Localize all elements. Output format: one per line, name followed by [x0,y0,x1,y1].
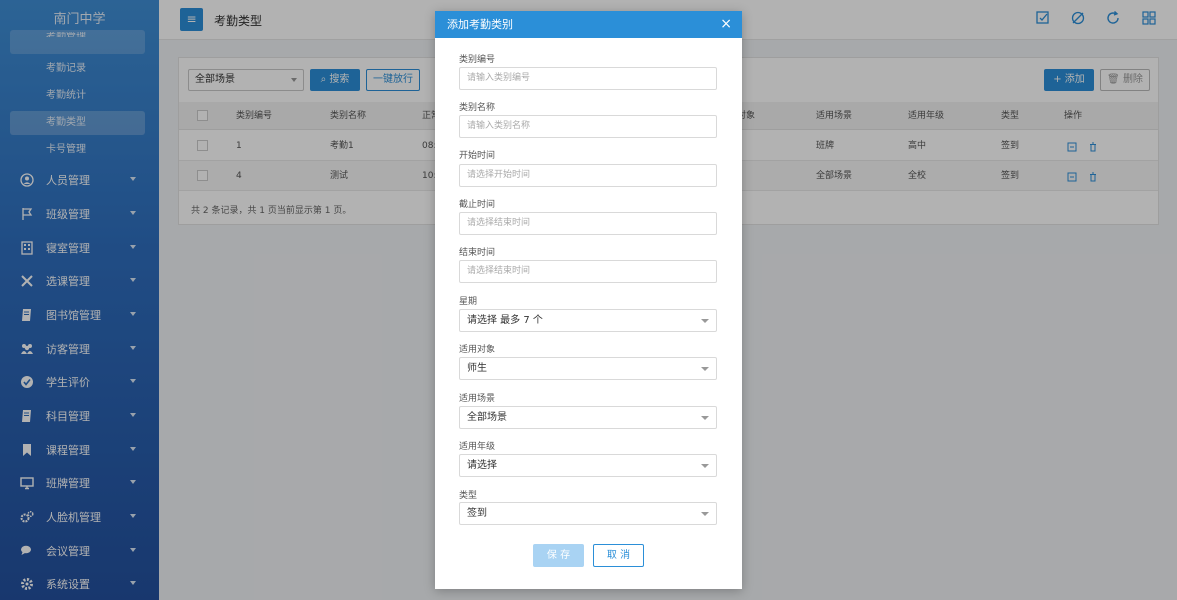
chevron-down-icon [701,512,709,516]
code-label: 类别编号 [459,55,496,65]
chevron-down-icon [701,319,709,323]
deadline-input[interactable]: 请选择结束时间 [459,212,717,235]
code-input[interactable]: 请输入类别编号 [459,67,717,90]
type-select[interactable]: 签到 [459,502,717,525]
dialog-title: 添加考勤类别 [447,18,513,31]
type-label: 类型 [459,491,478,501]
scene-select-value: 全部场景 [467,412,507,423]
start-time-label: 开始时间 [459,151,496,161]
name-label: 类别名称 [459,103,496,113]
cancel-button[interactable]: 取 消 [593,544,644,567]
grade-select-value: 请选择 [467,460,497,471]
deadline-label: 截止时间 [459,200,496,210]
target-select[interactable]: 师生 [459,357,717,380]
close-icon[interactable]: × [720,11,732,38]
dialog-header: 添加考勤类别 × [435,11,742,38]
weekday-select[interactable]: 请选择 最多 7 个 [459,309,717,332]
chevron-down-icon [701,416,709,420]
add-attendance-type-dialog: 添加考勤类别 × 类别编号 请输入类别编号 类别名称 请输入类别名称 开始时间 … [435,11,742,589]
end-time-input[interactable]: 请选择结束时间 [459,260,717,283]
target-label: 适用对象 [459,345,496,355]
grade-label: 适用年级 [459,442,496,452]
scene-label: 适用场景 [459,394,496,404]
weekday-label: 星期 [459,297,478,307]
grade-select[interactable]: 请选择 [459,454,717,477]
scene-select-modal[interactable]: 全部场景 [459,406,717,429]
name-input[interactable]: 请输入类别名称 [459,115,717,138]
save-button[interactable]: 保 存 [533,544,584,567]
weekday-select-value: 请选择 最多 7 个 [467,315,543,326]
type-select-value: 签到 [467,508,487,519]
start-time-input[interactable]: 请选择开始时间 [459,164,717,187]
chevron-down-icon [701,367,709,371]
end-time-label: 结束时间 [459,248,496,258]
chevron-down-icon [701,464,709,468]
target-select-value: 师生 [467,363,487,374]
